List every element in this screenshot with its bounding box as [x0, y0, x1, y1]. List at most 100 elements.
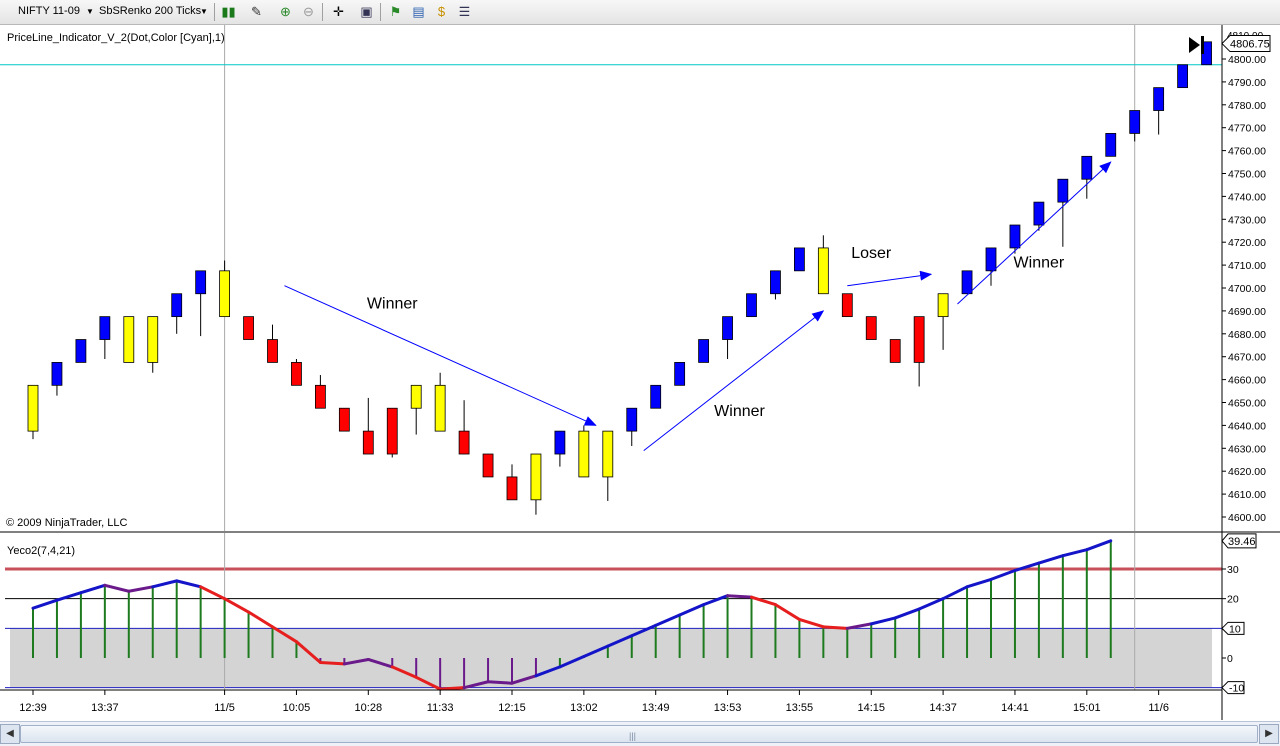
oscillator-line-segment: [678, 603, 706, 617]
price-bar: [889, 339, 901, 363]
copyright-label: © 2009 NinjaTrader, LLC: [6, 517, 127, 529]
time-axis-tick-label: 13:37: [91, 702, 119, 714]
bar-body: [1105, 133, 1117, 157]
oscillator-line-segment: [31, 598, 59, 610]
oscillator-axis[interactable]: 0 20 30 10 -10: [1221, 564, 1245, 695]
bar-body: [219, 270, 231, 318]
price-axis-tick-label: 4800.00: [1228, 54, 1266, 66]
period-selector[interactable]: SbSRenko 200 Ticks: [99, 3, 201, 20]
crosshair-icon[interactable]: ✛: [330, 3, 347, 20]
price-axis[interactable]: 4600.00 4610.00 4620.00 4630.00 4640.00 4650.…: [1222, 54, 1266, 524]
zoom-out-icon[interactable]: ⊖: [300, 3, 317, 20]
chart-area[interactable]: Winner Winner Loser Winner PriceLine_Indica…: [0, 25, 1280, 720]
price-bar: [865, 316, 877, 340]
instrument-dropdown-icon[interactable]: ▼: [86, 3, 94, 20]
bar-body: [291, 362, 302, 386]
bar-body: [650, 384, 662, 409]
bar-body: [746, 293, 757, 318]
strategy-icon[interactable]: ⚑: [387, 3, 404, 20]
bar-body: [794, 247, 805, 272]
oscillator-line-segment: [486, 680, 514, 685]
bar-body: [674, 362, 686, 386]
bar-body: [27, 384, 39, 432]
time-axis[interactable]: 12:39 13:37 11/5 10:05 10:28 11:33 12:15 13:02 1…: [19, 690, 1169, 714]
bar-body: [75, 339, 87, 363]
chart-trader-icon[interactable]: ▤: [410, 3, 427, 20]
price-axis-tick-label: 4790.00: [1228, 77, 1266, 89]
price-axis-tick-label: 4720.00: [1228, 237, 1266, 249]
oscillator-line-segment: [845, 622, 873, 630]
bar-body: [530, 453, 542, 501]
candlestick-icon[interactable]: ▮▮: [220, 3, 237, 20]
bar-body: [889, 339, 901, 363]
dollar-icon[interactable]: $: [433, 3, 450, 20]
bar-body: [482, 453, 494, 478]
oscillator-line-segment: [79, 583, 107, 595]
toolbar-separator: [214, 3, 215, 21]
price-axis-tick-label: 4630.00: [1228, 443, 1266, 455]
bar-body: [961, 270, 973, 295]
last-price-tag: 4806.75: [1221, 35, 1271, 53]
bar-body: [1081, 155, 1093, 180]
price-bar: [243, 316, 254, 340]
instrument-selector[interactable]: NIFTY 11-09: [18, 3, 80, 20]
oscillator-value-tag: 39.46: [1221, 533, 1257, 549]
price-bar: [674, 362, 686, 386]
oscillator-panel[interactable]: Yeco2(7,4,21) 0 20 30 10 -10 39.46: [5, 533, 1257, 695]
price-bar: [338, 407, 350, 432]
bar-body: [506, 476, 518, 501]
price-bar: [1177, 64, 1188, 89]
bar-body: [602, 430, 614, 478]
bar-body: [1009, 224, 1021, 249]
price-bar: [746, 293, 757, 318]
bar-body: [147, 316, 159, 363]
properties-icon[interactable]: ▣: [358, 3, 375, 20]
bar-body: [1129, 110, 1141, 134]
price-axis-tick-label: 4710.00: [1228, 260, 1266, 272]
time-axis-tick-label: 12:15: [498, 702, 526, 714]
bar-body: [99, 316, 111, 340]
price-bar: [27, 384, 39, 440]
oscillator-line-segment: [318, 660, 346, 666]
horizontal-scrollbar[interactable]: ◀ ||| ▶: [0, 721, 1280, 746]
time-axis-tick-label: 14:41: [1001, 702, 1029, 714]
draw-pencil-icon[interactable]: ✎: [248, 3, 265, 20]
bar-body: [314, 384, 326, 409]
oscillator-line-segment: [654, 613, 682, 627]
bar-body: [123, 316, 135, 363]
bar-body: [362, 430, 374, 455]
data-box-icon[interactable]: ☰: [456, 3, 473, 20]
arrow-left-icon[interactable]: ◀: [0, 724, 20, 744]
oscillator-line-segment: [1085, 539, 1113, 552]
bar-body: [458, 430, 470, 455]
price-bar: [1105, 133, 1117, 157]
oscillator-line-segment: [941, 585, 969, 601]
scrollbar-thumb[interactable]: |||: [20, 725, 1258, 743]
price-bar: [578, 425, 590, 478]
oscillator-line-segment: [438, 686, 466, 691]
oscillator-line-segment: [821, 625, 849, 630]
price-axis-tick-label: 4780.00: [1228, 100, 1266, 112]
bar-body: [770, 270, 781, 295]
price-axis-tick-label: 4690.00: [1228, 306, 1266, 318]
bar-body: [410, 384, 422, 409]
oscillator-axis-tick-label: 0: [1227, 653, 1233, 665]
oscillator-line-segment: [726, 594, 753, 599]
oscillator-axis-tick-label: 20: [1227, 594, 1239, 606]
time-axis-tick-label: 11:33: [427, 702, 454, 714]
arrow-right-icon[interactable]: ▶: [1259, 724, 1279, 744]
oscillator-line-segment: [797, 617, 825, 629]
bar-body: [985, 247, 997, 272]
bar-body: [554, 430, 566, 455]
oscillator-line-segment: [175, 579, 203, 589]
bar-body: [865, 316, 877, 340]
oscillator-line-segment: [702, 594, 730, 607]
period-dropdown-icon[interactable]: ▼: [200, 3, 208, 20]
bar-body: [578, 430, 590, 478]
price-axis-tick-label: 4730.00: [1228, 214, 1266, 226]
bar-body: [817, 247, 829, 295]
zoom-in-icon[interactable]: ⊕: [277, 3, 294, 20]
price-panel[interactable]: Winner Winner Loser Winner PriceLine_Indica…: [0, 25, 1271, 531]
time-axis-tick-label: 14:15: [857, 702, 885, 714]
price-bar: [291, 358, 302, 386]
